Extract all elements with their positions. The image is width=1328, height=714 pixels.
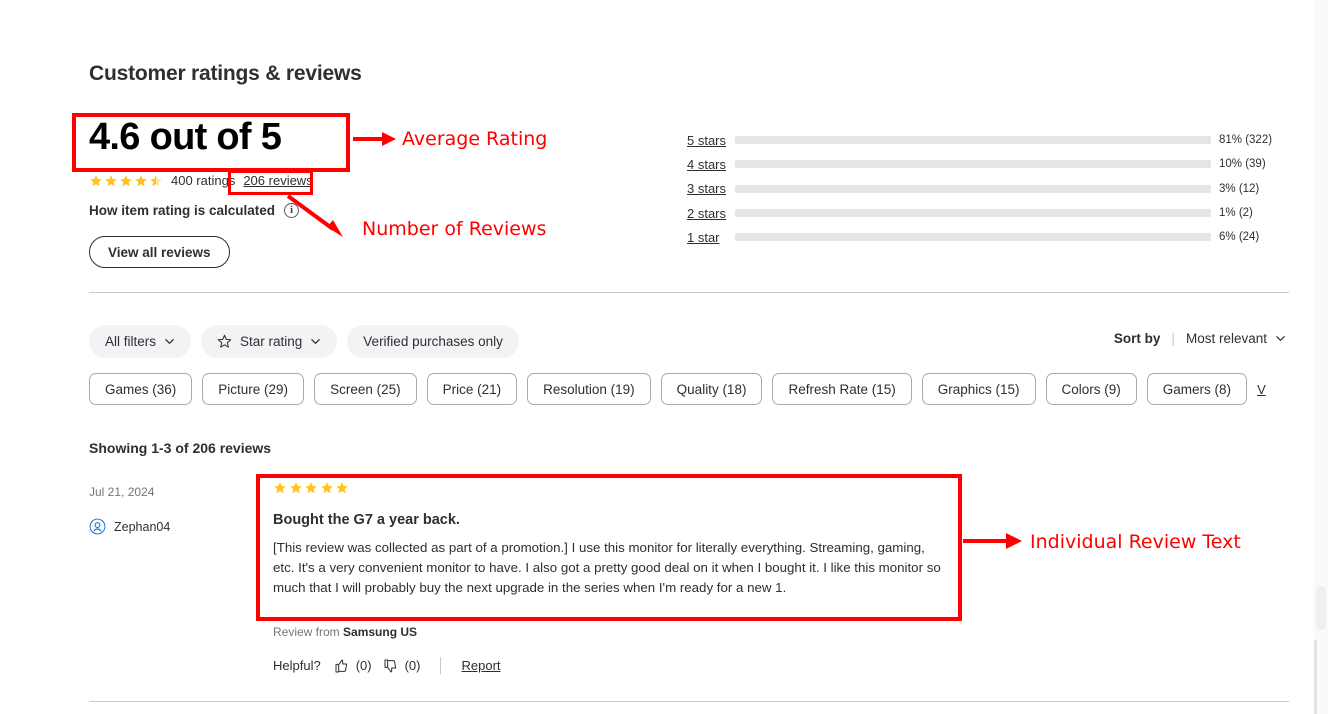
star-rating-filter-label: Star rating [240,334,303,349]
review-text: [This review was collected as part of a … [273,540,941,595]
rating-bar-row: 5 stars 81% (322) [687,128,1287,152]
rating-bar-row: 4 stars 10% (39) [687,152,1287,176]
helpful-label: Helpful? [273,658,321,673]
rating-bar-row: 2 stars 1% (2) [687,201,1287,225]
star-icon [105,174,117,186]
rating-bar-label[interactable]: 3 stars [687,181,733,196]
chevron-down-icon [311,339,321,344]
info-icon[interactable]: i [284,203,300,218]
annotation-label-individual-review-text: Individual Review Text [1030,531,1241,553]
how-rating-calculated-label: How item rating is calculated [89,203,276,218]
sort-separator: | [1171,331,1175,346]
review-author: Zephan04 [89,518,170,535]
chevron-down-icon [1276,336,1285,341]
rating-bar-value: 1% (2) [1219,207,1253,220]
rating-bar-track [735,184,1211,193]
rating-distribution-chart: 5 stars 81% (322) 4 stars 10% (39) 3 sta… [687,128,1287,249]
user-avatar-icon [89,518,106,535]
tag-chip[interactable]: Games (36) [89,373,193,405]
star-icon [289,482,302,494]
summary-star-rating [89,174,163,188]
review-date: Jul 21, 2024 [89,485,155,499]
rating-bar-label[interactable]: 1 star [687,230,733,245]
rating-bar-row: 3 stars 3% (12) [687,177,1287,201]
tag-chip[interactable]: Graphics (15) [921,373,1036,405]
star-outline-icon [217,334,232,348]
rating-bar-label[interactable]: 2 stars [687,206,733,221]
rating-bar-track [735,160,1211,169]
view-all-reviews-button[interactable]: View all reviews [89,236,230,268]
tag-chip[interactable]: Resolution (19) [527,373,651,405]
rating-bar-label[interactable]: 5 stars [687,133,733,148]
thumbs-down-button[interactable]: (0) [383,658,421,674]
star-icon [336,482,348,494]
rating-bar-value: 6% (24) [1219,231,1260,244]
review-star-rating [273,481,943,495]
tag-chip[interactable]: Colors (9) [1045,373,1137,405]
rating-bar-value: 10% (39) [1219,158,1266,171]
all-filters-button[interactable]: All filters [89,325,192,358]
tag-chip[interactable]: Refresh Rate (15) [772,373,912,405]
rating-bar-label[interactable]: 4 stars [687,157,733,172]
page-title: Customer ratings & reviews [89,62,362,85]
tag-chip[interactable]: Price (21) [426,373,518,405]
thumbs-up-count: (0) [355,658,372,673]
tag-chip[interactable]: Gamers (8) [1146,373,1248,405]
star-half-icon [150,174,162,186]
rating-bar-row: 1 star 6% (24) [687,225,1287,249]
sort-by-label: Sort by [1113,331,1161,346]
sort-by-control: Sort by | Most relevant [1114,331,1286,346]
sort-by-value[interactable]: Most relevant [1186,331,1286,346]
star-icon [305,482,317,494]
thumbs-up-button[interactable]: (0) [334,658,372,674]
review-content: Bought the G7 a year back. [This review … [273,481,943,598]
scrollbar-line [1314,640,1317,714]
rating-bar-value: 3% (12) [1219,182,1260,195]
reviews-page: Customer ratings & reviews 4.6 out of 5 … [0,0,1328,714]
results-count: Showing 1-3 of 206 reviews [89,440,272,456]
tag-chip-row: Games (36) Picture (29) Screen (25) Pric… [89,373,1266,405]
star-icon [274,482,286,494]
tag-chip[interactable]: Picture (29) [202,373,305,405]
annotation-label-number-of-reviews: Number of Reviews [362,218,547,240]
star-icon [90,174,102,186]
star-rating-filter-button[interactable]: Star rating [201,325,338,358]
tag-chip[interactable]: Quality (18) [660,373,763,405]
rating-bar-track [735,233,1211,242]
divider [89,292,1289,293]
verified-purchases-button[interactable]: Verified purchases only [347,325,519,358]
thumbs-down-count: (0) [404,658,421,673]
divider [89,701,1289,702]
how-rating-calculated[interactable]: How item rating is calculated i [89,203,300,218]
star-icon [320,482,333,494]
review-title: Bought the G7 a year back. [273,512,460,528]
rating-bar-value: 81% (322) [1219,134,1273,147]
review-source: Review from Samsung US [273,625,417,639]
ratings-count: 400 ratings [171,173,236,188]
rating-bar-track [735,209,1211,218]
divider [440,657,442,674]
star-icon [120,174,132,186]
thumbs-down-icon [384,659,396,672]
review-actions: Helpful? (0) (0) Report [273,657,501,674]
review-author-name: Zephan04 [114,519,171,534]
chevron-down-icon [165,339,174,344]
average-rating-value: 4.6 out of 5 [89,116,282,158]
filter-bar: All filters Star rating Verified purchas… [89,325,519,358]
tags-view-more-link[interactable]: V [1257,382,1266,397]
star-icon [135,174,147,186]
summary-stars-row: 400 ratings 206 reviews [89,173,313,188]
rating-bar-track [735,136,1211,145]
thumbs-up-icon [335,659,347,672]
sort-by-value-label: Most relevant [1185,331,1267,346]
review-source-name: Samsung US [343,625,418,639]
all-filters-label: All filters [105,334,157,349]
review-source-prefix: Review from [273,625,344,639]
reviews-count-link[interactable]: 206 reviews [243,173,312,188]
report-link[interactable]: Report [461,658,500,673]
tag-chip[interactable]: Screen (25) [314,373,417,405]
scrollbar-thumb[interactable] [1316,586,1326,630]
annotation-label-average-rating: Average Rating [402,128,548,150]
